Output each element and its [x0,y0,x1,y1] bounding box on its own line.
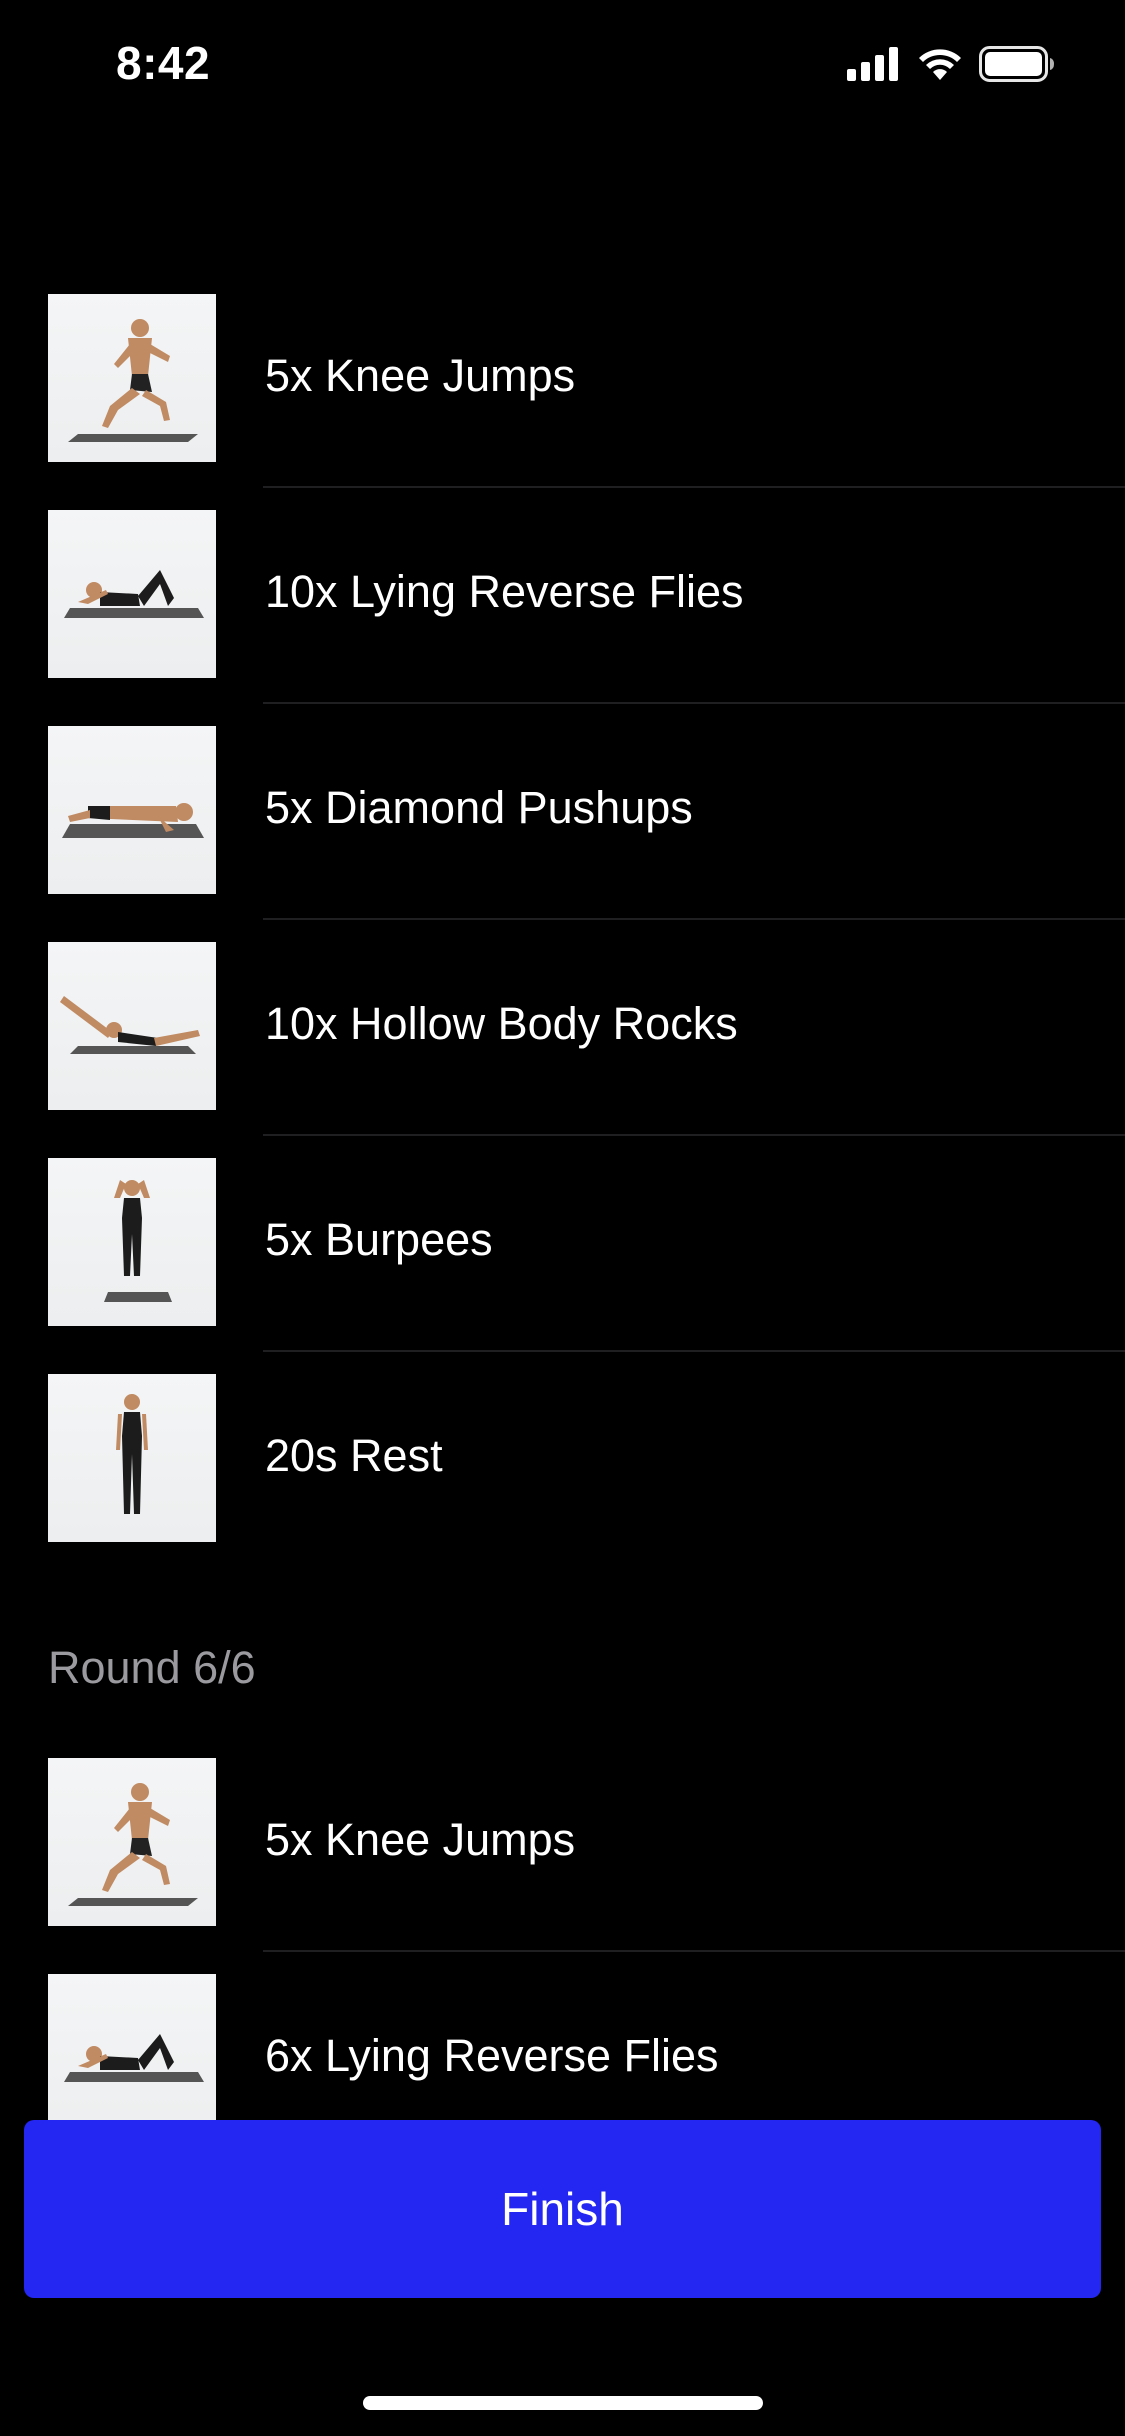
finish-button[interactable]: Finish [24,2120,1101,2298]
round-section-header: Round 6/6 [0,1586,1125,1754]
lying-reverse-flies-thumbnail [48,1974,216,2142]
lying-reverse-flies-thumbnail [48,510,216,678]
exercise-row[interactable]: 5x Burpees [0,1154,1125,1370]
battery-icon [979,46,1054,82]
cellular-signal-icon [847,47,898,81]
exercise-row[interactable]: 5x Knee Jumps [0,290,1125,506]
status-bar: 8:42 [0,0,1125,132]
row-divider [263,918,1125,920]
row-divider [263,1950,1125,1952]
exercise-label: 5x Knee Jumps [265,350,576,401]
round-title: Round 6/6 [48,1642,256,1693]
exercise-label: 20s Rest [265,1430,443,1481]
home-indicator[interactable] [363,2396,763,2410]
knee-jumps-thumbnail [48,1758,216,1926]
exercise-label: 10x Lying Reverse Flies [265,566,744,617]
exercise-label: 5x Diamond Pushups [265,782,693,833]
exercise-row[interactable]: 5x Diamond Pushups [0,722,1125,938]
exercise-label: 5x Burpees [265,1214,493,1265]
exercise-label: 5x Knee Jumps [265,1814,576,1865]
exercise-row[interactable]: 20s Rest [0,1370,1125,1586]
exercise-row[interactable]: 10x Hollow Body Rocks [0,938,1125,1154]
exercise-label: 6x Lying Reverse Flies [265,2030,719,2081]
diamond-pushups-thumbnail [48,726,216,894]
hollow-body-rocks-thumbnail [48,942,216,1110]
exercise-row[interactable]: 10x Lying Reverse Flies [0,506,1125,722]
burpees-thumbnail [48,1158,216,1326]
status-time: 8:42 [116,37,211,89]
exercise-label: 10x Hollow Body Rocks [265,998,738,1049]
wifi-icon [919,49,961,80]
exercise-row[interactable]: 5x Knee Jumps [0,1754,1125,1970]
exercise-list: 5x Knee Jumps 10x Lying Reverse Flies 5x… [0,290,1125,2186]
row-divider [263,1134,1125,1136]
row-divider [263,1350,1125,1352]
knee-jumps-thumbnail [48,294,216,462]
row-divider [263,486,1125,488]
status-icons [847,44,1055,84]
rest-thumbnail [48,1374,216,1542]
row-divider [263,702,1125,704]
